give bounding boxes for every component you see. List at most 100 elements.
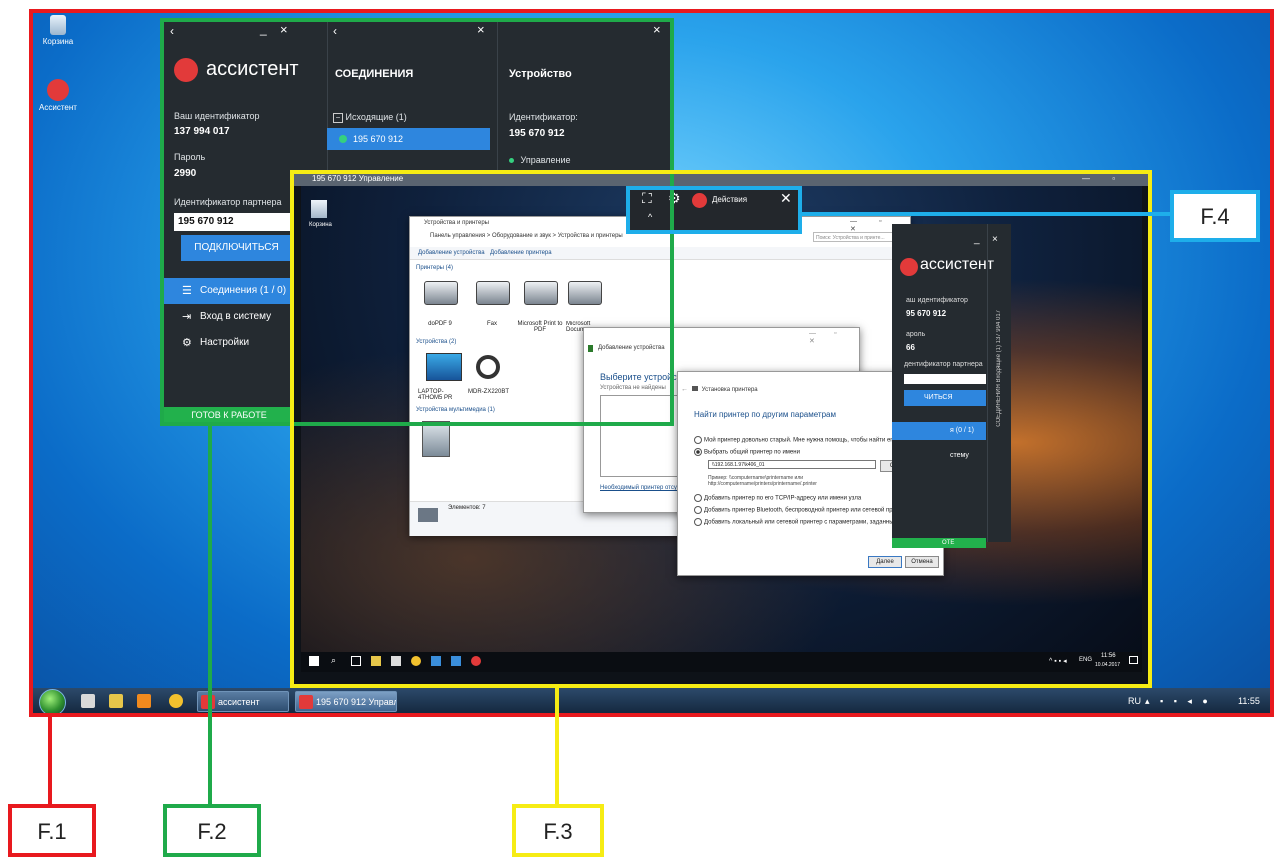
assistant-app-icon	[47, 79, 69, 101]
remote-recycle-bin-icon[interactable]	[311, 200, 327, 218]
assistant-icon	[299, 695, 313, 709]
close-icon[interactable]: ×	[992, 234, 998, 245]
next-button[interactable]: Далее	[868, 556, 902, 568]
assistant-icon[interactable]	[471, 656, 481, 666]
printer-icon	[692, 386, 698, 391]
desktop-icon-recycle-bin[interactable]: Корзина	[33, 15, 83, 46]
menu-item-connections[interactable]: ☰ Соединения (1 / 0)	[164, 278, 294, 304]
quick-launch-icon[interactable]	[81, 694, 95, 708]
notification-icon[interactable]	[1129, 656, 1138, 664]
outgoing-connection-item[interactable]: 195 670 912	[327, 128, 490, 150]
device-title: Устройство	[509, 68, 572, 80]
option-tcpip[interactable]: Добавить принтер по его TCP/IP-адресу ил…	[694, 494, 861, 502]
store-icon[interactable]	[391, 656, 401, 666]
fax-icon[interactable]	[476, 281, 510, 305]
option-bluetooth[interactable]: Добавить принтер Bluetooth, беспроводной…	[694, 506, 909, 514]
close-icon[interactable]: ×	[653, 22, 661, 37]
multimedia-group-header[interactable]: Устройства мультимедиа (1)	[416, 407, 495, 413]
radio-button[interactable]	[694, 518, 702, 526]
printers-group-header[interactable]: Принтеры (4)	[416, 265, 453, 271]
printer-path-input[interactable]: \\192.168.1.97\k406_01	[708, 460, 876, 469]
back-arrow-icon[interactable]: ←	[681, 386, 688, 393]
gear-icon: ⚙	[182, 337, 192, 349]
printer-label: Fax	[486, 321, 497, 327]
back-chevron-icon[interactable]: ‹	[333, 24, 337, 38]
minimize-icon[interactable]: _	[974, 234, 980, 245]
explorer-icon[interactable]	[371, 656, 381, 666]
printer-icon[interactable]	[524, 281, 558, 305]
devices-group-header[interactable]: Устройства (2)	[416, 339, 456, 345]
remote-clock[interactable]: 11:56	[1101, 653, 1116, 659]
chrome-icon[interactable]	[411, 656, 421, 666]
connect-button[interactable]: ПОДКЛЮЧИТЬСЯ	[181, 235, 292, 261]
recycle-bin-icon	[50, 15, 66, 35]
printer-icon	[418, 508, 438, 522]
language-indicator[interactable]: RU	[1128, 688, 1141, 715]
headphones-icon[interactable]	[476, 355, 500, 379]
close-icon[interactable]: ×	[477, 22, 485, 37]
device-control-link[interactable]: Управление	[509, 155, 571, 165]
laptop-icon[interactable]	[426, 353, 462, 381]
remote-date: 10.04.2017	[1095, 662, 1121, 668]
remote-partner-input[interactable]	[904, 374, 986, 384]
add-device-controls[interactable]: — ▫ ✕	[809, 330, 859, 345]
browser-icon[interactable]	[169, 694, 183, 708]
partner-id-input[interactable]: 195 670 912	[174, 213, 292, 231]
sliders-icon: ☰	[182, 285, 192, 297]
connector-f1	[48, 717, 52, 805]
windows-start-icon[interactable]	[309, 656, 319, 666]
clock[interactable]: 11:55	[1238, 688, 1260, 715]
outgoing-group[interactable]: − Исходящие (1)	[333, 112, 407, 123]
address-bar[interactable]: Панель управления > Оборудование и звук …	[430, 233, 805, 243]
desktop-icon-assistant[interactable]: Ассистент	[33, 79, 83, 112]
radio-button[interactable]	[694, 436, 702, 444]
cancel-button[interactable]: Отмена	[905, 556, 939, 568]
assistant-main-column: ‹ × _ ассистент Ваш идентификатор 137 99…	[164, 22, 299, 424]
option-shared-by-name[interactable]: Выбрать общий принтер по имени	[694, 448, 800, 456]
radio-button[interactable]	[694, 494, 702, 502]
remote-window-title[interactable]: 195 670 912 Управление — ▫ ✕	[294, 172, 1149, 197]
tray-icons[interactable]: ▴ ▪ ▪ ◂ ●	[1145, 688, 1212, 715]
radio-button[interactable]	[694, 506, 702, 514]
explorer-icon[interactable]	[109, 694, 123, 708]
gear-icon[interactable]: ⚙	[668, 190, 681, 207]
brand-title: ассистент	[206, 58, 299, 80]
close-icon[interactable]: ×	[280, 22, 288, 37]
remote-connections-item[interactable]: я (0 / 1)	[892, 422, 986, 440]
app-icon[interactable]	[451, 656, 461, 666]
app-icon[interactable]	[431, 656, 441, 666]
start-button[interactable]	[39, 689, 66, 715]
radio-button[interactable]	[694, 448, 702, 456]
back-chevron-icon[interactable]: ‹	[170, 24, 174, 38]
callout-f2: F.2	[163, 804, 261, 857]
taskbar-button-remote-session[interactable]: 195 670 912 Управле...	[295, 691, 397, 712]
task-view-icon[interactable]	[351, 656, 361, 666]
connector-f4	[802, 212, 1170, 216]
remote-vertical-connections[interactable]: СОЕДИНЕНИЯ Входящие (1) 137 994 017	[996, 310, 1002, 427]
remote-assistant-panel: _ × ассистент аш идентификатор 95 670 91…	[892, 224, 1011, 548]
menu-item-settings[interactable]: ⚙ Настройки	[164, 330, 294, 356]
remote-connect-button[interactable]: ЧИТЬСЯ	[904, 390, 986, 406]
callout-f4: F.4	[1170, 190, 1260, 242]
minimize-icon[interactable]: _	[260, 22, 267, 36]
option-old-printer[interactable]: Мой принтер довольно старый. Мне нужна п…	[694, 436, 897, 444]
close-icon[interactable]: ✕	[780, 190, 792, 207]
device-id-value: 195 670 912	[509, 128, 565, 139]
fullscreen-icon[interactable]: ⛶	[642, 190, 652, 207]
remote-desktop[interactable]: Корзина Устройства и принтеры — ▫ ✕ Пане…	[301, 186, 1142, 652]
actions-menu-button[interactable]: Действия	[712, 195, 747, 204]
remote-tray-icons[interactable]: ^ ▪ ▪ ◂	[1049, 657, 1067, 665]
media-player-icon[interactable]	[137, 694, 151, 708]
remote-language[interactable]: ENG	[1079, 657, 1092, 663]
add-printer-button[interactable]: Добавление принтера	[490, 250, 552, 256]
printer-icon[interactable]	[568, 281, 602, 305]
search-icon[interactable]: ⌕	[331, 655, 336, 666]
printer-icon[interactable]	[424, 281, 458, 305]
add-device-button[interactable]: Добавление устройства	[418, 250, 485, 256]
menu-item-login[interactable]: ⇥ Вход в систему	[164, 304, 294, 330]
remote-menu-item[interactable]: стему	[950, 452, 969, 459]
devices-search-input[interactable]: Поиск: Устройства и принте...	[813, 232, 903, 242]
media-device-icon[interactable]	[422, 421, 450, 457]
path-example: Пример: \\computername\printername или h…	[708, 475, 817, 487]
chevron-up-icon[interactable]: ^	[648, 212, 652, 222]
